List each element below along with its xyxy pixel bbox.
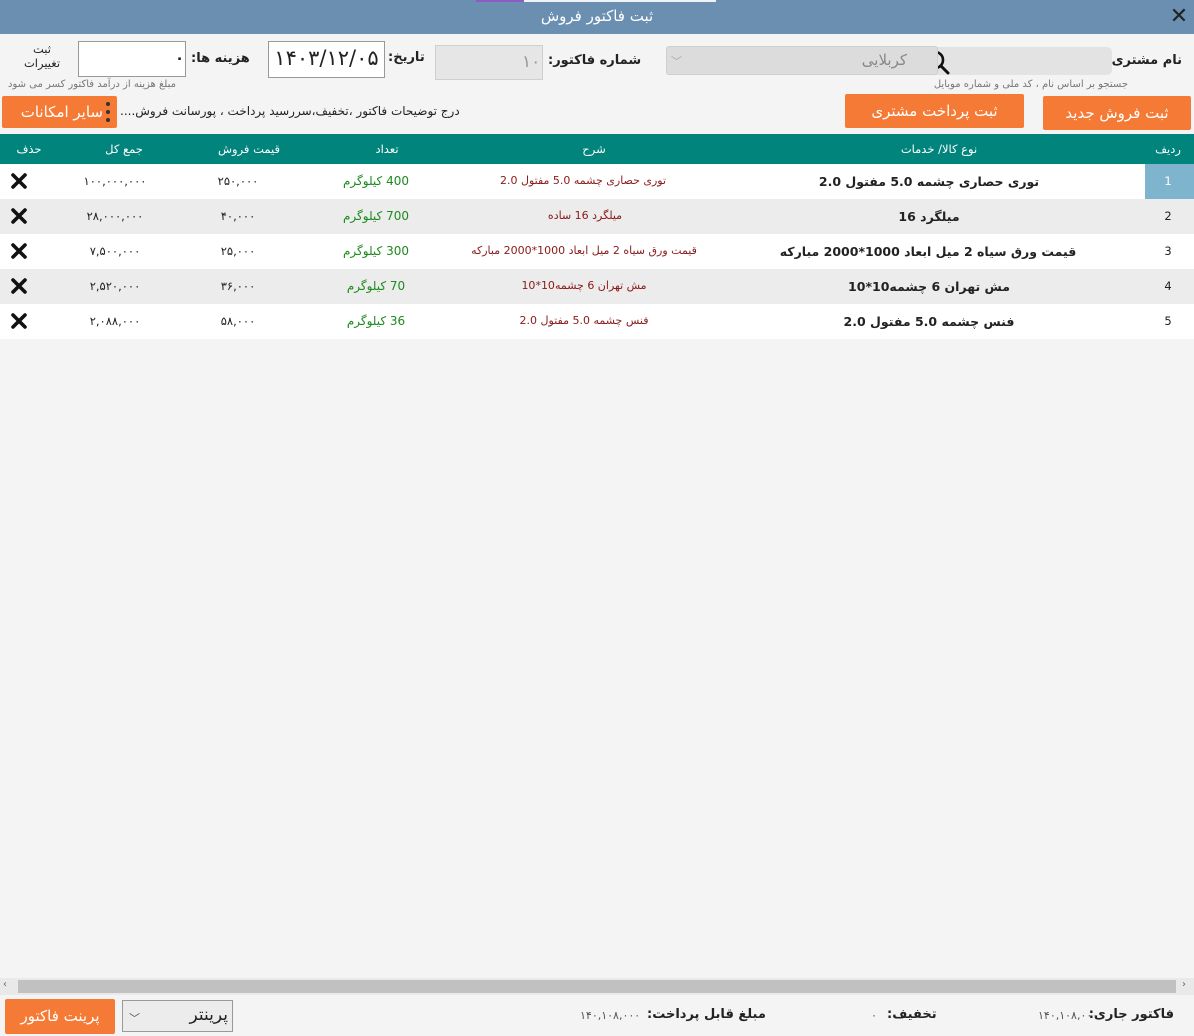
new-sale-button[interactable]: ثبت فروش جدید [1043, 96, 1191, 130]
row-quantity: 700 کیلوگرم [343, 209, 409, 223]
scroll-left-arrow-icon[interactable]: ‹ [3, 979, 7, 990]
current-invoice-label: فاکتور جاری: [1088, 1007, 1174, 1022]
row-total: ۷,۵۰۰,۰۰۰ [89, 244, 141, 258]
save-changes-line1: ثبت [33, 42, 51, 56]
col-total: جمع کل [105, 142, 143, 156]
col-delete: حذف [16, 142, 42, 156]
title-bar: ثبت فاکتور فروش ✕ [0, 0, 1194, 34]
date-label: تاریخ: [388, 50, 425, 65]
col-unit-price: قیمت فروش [218, 142, 280, 156]
save-changes-line2: تغییرات [23, 56, 61, 70]
invoice-number-label: شماره فاکتور: [548, 53, 642, 68]
printer-select-value: پرینتر [189, 1005, 228, 1025]
customer-label: نام مشتری: [1106, 53, 1182, 68]
scroll-right-arrow-icon[interactable]: › [1182, 979, 1186, 990]
chevron-down-icon: ﹀ [671, 55, 682, 68]
table-row[interactable]: 1 توری حصاری چشمه 5.0 مفتول 2.0 توری حصا… [0, 164, 1194, 199]
window-title: ثبت فاکتور فروش [540, 7, 654, 25]
discount-label: تخفیف: [887, 1007, 937, 1022]
row-product: قیمت ورق سیاه 2 میل ابعاد 1000*2000 مبار… [779, 244, 1077, 259]
row-description: قیمت ورق سیاه 2 میل ابعاد 1000*2000 مبار… [471, 244, 697, 257]
row-quantity: 70 کیلوگرم [346, 279, 406, 293]
row-total: ۱۰۰,۰۰۰,۰۰۰ [83, 174, 147, 188]
row-unit-price: ۳۶,۰۰۰ [220, 279, 256, 293]
table-row[interactable]: 2 میلگرد 16 میلگرد 16 ساده 700 کیلوگرم ۴… [0, 199, 1194, 234]
title-accent-purple [476, 0, 524, 2]
delete-icon[interactable] [10, 242, 28, 260]
date-field[interactable]: ۱۴۰۳/۱۲/۰۵ [268, 41, 385, 78]
row-index: 2 [1164, 209, 1172, 223]
row-index: 5 [1164, 314, 1172, 328]
row-index: 3 [1164, 244, 1172, 258]
more-options-button[interactable]: سایر امکانات [2, 96, 117, 128]
customer-search-hint: جستجو بر اساس نام ، کد ملی و شماره موبای… [933, 79, 1128, 90]
row-product: میلگرد 16 [898, 209, 960, 224]
delete-icon[interactable] [10, 312, 28, 330]
col-quantity: تعداد [375, 142, 399, 156]
close-icon[interactable]: ✕ [1168, 6, 1190, 28]
row-total: ۲۸,۰۰۰,۰۰۰ [86, 209, 144, 223]
expense-input[interactable]: ۰ [78, 41, 186, 77]
customer-payment-button[interactable]: ثبت پرداخت مشتری [845, 94, 1024, 128]
row-total: ۲,۰۸۸,۰۰۰ [89, 314, 141, 328]
customer-search-box[interactable] [918, 47, 1112, 75]
print-invoice-button[interactable]: پرینت فاکتور [5, 999, 115, 1034]
row-description: مش تهران 6 چشمه10*10 [521, 279, 647, 292]
delete-icon[interactable] [10, 207, 28, 225]
row-total: ۲,۵۲۰,۰۰۰ [89, 279, 141, 293]
row-description: توری حصاری چشمه 5.0 مفتول 2.0 [499, 174, 667, 187]
table-row[interactable]: 3 قیمت ورق سیاه 2 میل ابعاد 1000*2000 مب… [0, 234, 1194, 269]
row-quantity: 36 کیلوگرم [346, 314, 406, 328]
row-product: توری حصاری چشمه 5.0 مفتول 2.0 [818, 174, 1040, 189]
row-index: 1 [1164, 174, 1172, 188]
col-product: نوع کالا/ خدمات [900, 142, 978, 156]
delete-icon[interactable] [10, 277, 28, 295]
row-description: فنس چشمه 5.0 مفتول 2.0 [519, 314, 649, 327]
row-unit-price: ۵۸,۰۰۰ [220, 314, 256, 328]
row-unit-price: ۲۵۰,۰۰۰ [217, 174, 259, 188]
table-row[interactable]: 4 مش تهران 6 چشمه10*10 مش تهران 6 چشمه10… [0, 269, 1194, 304]
horizontal-scrollbar[interactable]: ‹ › [0, 978, 1194, 995]
payable-label: مبلغ قابل پرداخت: [647, 1007, 766, 1022]
table-header: ردیف نوع کالا/ خدمات شرح تعداد قیمت فروش… [0, 134, 1194, 164]
save-changes-button[interactable]: ثبت تغییرات [9, 42, 75, 74]
table-row[interactable]: 5 فنس چشمه 5.0 مفتول 2.0 فنس چشمه 5.0 مف… [0, 304, 1194, 339]
row-description: میلگرد 16 ساده [547, 209, 623, 222]
row-product: مش تهران 6 چشمه10*10 [848, 279, 1010, 294]
more-dots-icon[interactable] [104, 98, 112, 126]
row-product: فنس چشمه 5.0 مفتول 2.0 [843, 314, 1015, 329]
delete-icon[interactable] [10, 172, 28, 190]
row-index: 4 [1164, 279, 1172, 293]
expense-hint: مبلغ هزینه از درآمد فاکتور کسر می شود [8, 79, 176, 90]
current-invoice-value: ۱۴۰,۱۰۸,۰۰۰ [1038, 1009, 1099, 1022]
printer-select[interactable]: پرینتر ﹀ [122, 1000, 233, 1032]
payable-value: ۱۴۰,۱۰۸,۰۰۰ [580, 1009, 641, 1022]
col-index: ردیف [1155, 142, 1181, 156]
invoice-number-field: ۱۰ [435, 45, 543, 80]
customer-select-value: کربلایی [861, 51, 907, 69]
scrollbar-thumb[interactable] [18, 980, 1176, 993]
row-unit-price: ۲۵,۰۰۰ [220, 244, 256, 258]
expense-value: ۰ [175, 49, 185, 67]
invoice-notes-link[interactable]: درج توضیحات فاکتور ،تخفیف،سررسید پرداخت … [120, 104, 460, 118]
col-description: شرح [582, 142, 606, 156]
chevron-down-icon: ﹀ [129, 1012, 140, 1025]
customer-select[interactable]: کربلایی ﹀ [666, 46, 938, 75]
row-unit-price: ۴۰,۰۰۰ [220, 209, 256, 223]
discount-value: ۰ [871, 1009, 877, 1022]
customer-search-input[interactable] [960, 50, 1108, 72]
row-quantity: 400 کیلوگرم [343, 174, 409, 188]
invoice-number-value: ۱۰ [522, 52, 541, 72]
expense-label: هزینه ها: [191, 51, 250, 66]
row-quantity: 300 کیلوگرم [343, 244, 409, 258]
